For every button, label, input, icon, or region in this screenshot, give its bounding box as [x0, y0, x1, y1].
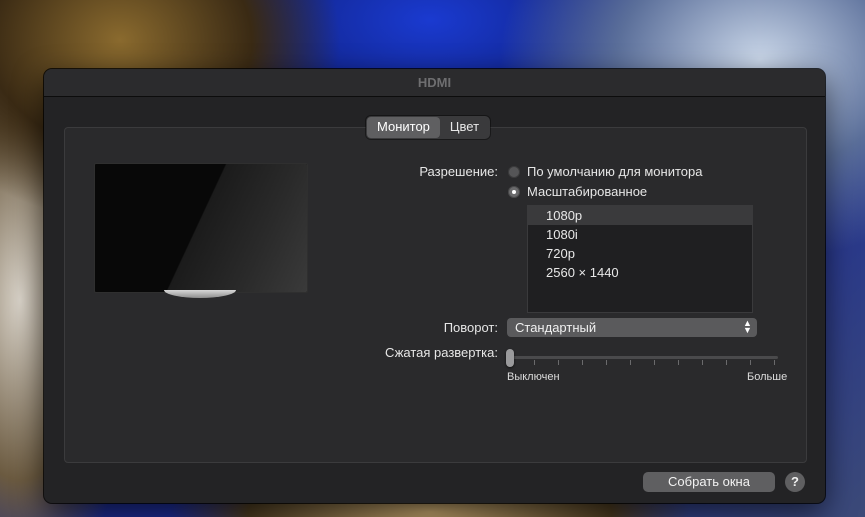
slider-tick	[534, 360, 535, 365]
tab-monitor[interactable]: Монитор	[367, 117, 440, 138]
window-title: HDMI	[417, 75, 452, 90]
gather-windows-button[interactable]: Собрать окна	[643, 472, 775, 492]
chevron-updown-icon: ▲ ▼	[743, 318, 752, 335]
radio-label: Масштабированное	[527, 184, 648, 199]
underscan-max-label: Больше	[747, 371, 788, 383]
slider-tick	[678, 360, 679, 365]
radio-button[interactable]	[508, 165, 520, 178]
radio-label: По умолчанию для монитора	[527, 164, 703, 179]
slider-tick	[774, 360, 775, 365]
resolution-item[interactable]: 720p	[528, 244, 752, 263]
resolution-item[interactable]: 2560 × 1440	[528, 263, 752, 282]
title-bar[interactable]: HDMI	[44, 69, 825, 97]
resolution-item[interactable]: 1080p	[528, 206, 752, 225]
radio-scaled-resolution[interactable]: Масштабированное	[508, 184, 647, 199]
slider-tick	[702, 360, 703, 365]
rotation-label: Поворот:	[443, 320, 498, 335]
radio-default-resolution[interactable]: По умолчанию для монитора	[508, 164, 702, 179]
slider-tick	[558, 360, 559, 365]
tab-control: Монитор Цвет	[366, 116, 491, 139]
underscan-slider[interactable]	[506, 349, 778, 367]
slider-tick	[582, 360, 583, 365]
underscan-label: Сжатая развертка:	[385, 345, 498, 360]
slider-tick	[630, 360, 631, 365]
monitor-illustration	[94, 163, 308, 293]
tab-color[interactable]: Цвет	[440, 117, 489, 138]
radio-button-checked[interactable]	[508, 185, 520, 198]
hdmi-window: HDMI Монитор Цвет Разрешение: По умолчан…	[44, 69, 825, 503]
help-button[interactable]: ?	[785, 472, 805, 492]
slider-tick	[606, 360, 607, 365]
resolution-list[interactable]: 1080p 1080i 720p 2560 × 1440	[527, 205, 753, 313]
rotation-value: Стандартный	[515, 320, 597, 335]
slider-knob[interactable]	[506, 349, 514, 367]
rotation-select[interactable]: Стандартный ▲ ▼	[507, 318, 757, 337]
resolution-item[interactable]: 1080i	[528, 225, 752, 244]
slider-tick	[726, 360, 727, 365]
underscan-min-label: Выключен	[507, 371, 560, 383]
slider-tick	[654, 360, 655, 365]
slider-tick	[750, 360, 751, 365]
slider-track[interactable]	[510, 356, 778, 359]
monitor-screen-gloss	[95, 164, 307, 292]
resolution-label: Разрешение:	[419, 164, 498, 179]
